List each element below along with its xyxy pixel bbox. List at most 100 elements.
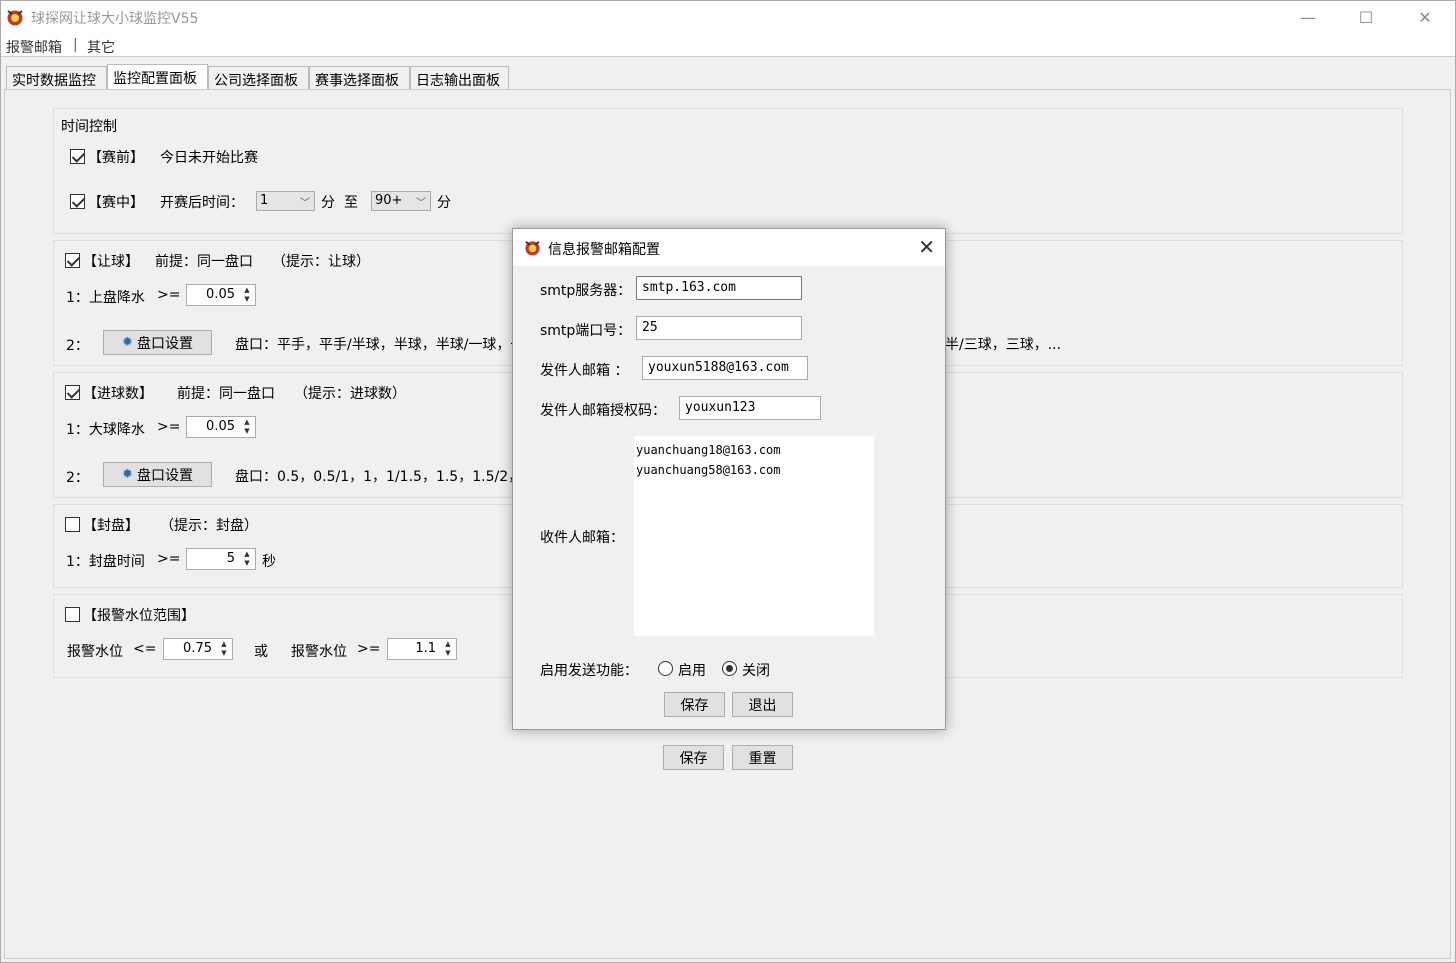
- closing-label: 【封盘】: [83, 518, 139, 534]
- closing-time-spinner[interactable]: 5 ▲ ▼: [186, 548, 256, 570]
- time-control-group: 时间控制 【赛前】 今日未开始比赛 【赛中】 开赛后时间： 1 ﹀ 分 至 90…: [53, 108, 1403, 234]
- handicap-lines-button-label: 盘口设置: [136, 335, 193, 352]
- spinner-arrows-icon[interactable]: ▲ ▼: [240, 286, 254, 304]
- handicap-row2-label: 2：: [66, 338, 89, 354]
- enable-send-label: 启用发送功能：: [540, 663, 638, 679]
- spinner-arrows-icon[interactable]: ▲ ▼: [240, 550, 254, 568]
- live-match-checkbox[interactable]: [70, 194, 85, 209]
- handicap-hint: （提示：让球）: [272, 254, 370, 270]
- pre-match-checkbox[interactable]: [70, 149, 85, 164]
- closing-row1-op: >=: [157, 551, 181, 567]
- menu-alarm-email[interactable]: 报警邮箱: [6, 37, 62, 57]
- smtp-server-input[interactable]: smtp.163.com: [636, 276, 802, 300]
- live-from-value: 1: [260, 193, 269, 208]
- goals-lines-button-label: 盘口设置: [136, 467, 193, 484]
- close-icon[interactable]: ✕: [1396, 1, 1454, 33]
- tab-monitor-config[interactable]: 监控配置面板: [107, 64, 208, 91]
- live-to-select[interactable]: 90+ ﹀: [371, 191, 431, 211]
- enable-on-radio[interactable]: [658, 661, 673, 676]
- alarm-low-spinner[interactable]: 0.75 ▲ ▼: [163, 638, 233, 660]
- goals-drop-value: 0.05: [206, 419, 235, 434]
- close-icon[interactable]: ✕: [918, 235, 935, 259]
- recipient-item: yuanchuang18@163.com: [636, 443, 781, 457]
- live-to-label: 至: [344, 195, 358, 211]
- main-window: 球探网让球大小球监控V55 — ☐ ✕ 报警邮箱 | 其它 实时数据监控 监控配…: [0, 0, 1456, 963]
- handicap-label: 【让球】: [83, 254, 139, 270]
- live-match-desc: 开赛后时间：: [160, 195, 244, 211]
- menu-other[interactable]: 其它: [87, 37, 115, 57]
- auth-code-label: 发件人邮箱授权码：: [540, 403, 666, 419]
- goals-lines-text: 盘口：0.5，0.5/1，1，1/1.5，1.5，1.5/2，2，: [235, 469, 546, 485]
- spinner-arrows-icon[interactable]: ▲ ▼: [217, 640, 231, 658]
- goals-row1-label: 1：大球降水: [66, 422, 145, 438]
- goals-lines-button[interactable]: ✹ 盘口设置: [103, 462, 212, 487]
- closing-row1-label: 1：封盘时间: [66, 554, 145, 570]
- smtp-port-label: smtp端口号：: [540, 323, 632, 339]
- spinner-arrows-icon[interactable]: ▲ ▼: [441, 640, 455, 658]
- menu-bar: 报警邮箱 | 其它: [1, 33, 1455, 57]
- tab-log-output[interactable]: 日志输出面板: [410, 66, 509, 90]
- main-save-button[interactable]: 保存: [663, 745, 724, 770]
- handicap-drop-value: 0.05: [206, 287, 235, 302]
- alarm-high-op: >=: [357, 641, 381, 657]
- handicap-premise: 前提：同一盘口: [155, 254, 253, 270]
- handicap-row1-op: >=: [157, 287, 181, 303]
- dialog-save-button[interactable]: 保存: [664, 692, 725, 717]
- chevron-down-icon: ﹀: [300, 198, 310, 209]
- smtp-server-label: smtp服务器：: [540, 283, 632, 299]
- pre-match-desc: 今日未开始比赛: [160, 150, 258, 166]
- time-control-title: 时间控制: [61, 119, 117, 135]
- sender-email-label: 发件人邮箱 ：: [540, 363, 629, 379]
- sender-email-input[interactable]: youxun5188@163.com: [642, 356, 808, 380]
- alarm-range-checkbox[interactable]: [65, 607, 80, 622]
- goals-premise: 前提：同一盘口: [177, 386, 275, 402]
- goals-checkbox[interactable]: [65, 385, 80, 400]
- handicap-lines-text-tail: 半/三球，三球，...: [945, 337, 1062, 353]
- auth-code-input[interactable]: youxun123: [679, 396, 821, 420]
- alarm-range-label: 【报警水位范围】: [83, 608, 195, 624]
- goals-row1-op: >=: [157, 419, 181, 435]
- email-config-dialog: 信息报警邮箱配置 ✕ smtp服务器： smtp.163.com smtp端口号…: [512, 228, 946, 730]
- tab-match-select[interactable]: 赛事选择面板: [309, 66, 410, 90]
- handicap-lines-text: 盘口：平手，平手/半球，半球，半球/一球，一: [235, 337, 525, 353]
- enable-off-label: 关闭: [742, 663, 770, 679]
- goals-row2-label: 2：: [66, 470, 89, 486]
- closing-checkbox[interactable]: [65, 517, 80, 532]
- tab-realtime-monitor[interactable]: 实时数据监控: [6, 66, 107, 90]
- closing-time-value: 5: [226, 551, 235, 566]
- gear-icon: ✹: [122, 335, 133, 350]
- recipient-item: yuanchuang58@163.com: [636, 463, 781, 477]
- live-from-select[interactable]: 1 ﹀: [256, 191, 315, 211]
- gear-icon: ✹: [122, 467, 133, 482]
- handicap-row1-label: 1：上盘降水: [66, 290, 145, 306]
- spinner-arrows-icon[interactable]: ▲ ▼: [240, 418, 254, 436]
- handicap-lines-button[interactable]: ✹ 盘口设置: [103, 330, 212, 355]
- maximize-icon[interactable]: ☐: [1337, 1, 1395, 33]
- pre-match-label: 【赛前】: [88, 150, 144, 166]
- live-match-label: 【赛中】: [88, 195, 144, 211]
- app-logo-icon: [7, 10, 23, 26]
- smtp-port-input[interactable]: 25: [636, 316, 802, 340]
- title-bar: 球探网让球大小球监控V55 — ☐ ✕: [1, 1, 1455, 33]
- minimize-icon[interactable]: —: [1279, 1, 1337, 33]
- menu-separator: |: [73, 37, 78, 53]
- alarm-low-label: 报警水位: [67, 644, 123, 660]
- goals-drop-spinner[interactable]: 0.05 ▲ ▼: [186, 416, 256, 438]
- live-to-value: 90+: [375, 193, 403, 208]
- alarm-high-value: 1.1: [415, 641, 436, 656]
- dialog-title: 信息报警邮箱配置: [548, 242, 660, 258]
- handicap-checkbox[interactable]: [65, 253, 80, 268]
- recipients-label: 收件人邮箱：: [540, 530, 624, 546]
- enable-on-label: 启用: [678, 663, 706, 679]
- handicap-drop-spinner[interactable]: 0.05 ▲ ▼: [186, 284, 256, 306]
- dialog-exit-button[interactable]: 退出: [732, 692, 793, 717]
- enable-off-radio[interactable]: [722, 661, 737, 676]
- window-title: 球探网让球大小球监控V55: [31, 11, 199, 27]
- recipients-textarea[interactable]: yuanchuang18@163.com yuanchuang58@163.co…: [634, 436, 874, 636]
- main-reset-button[interactable]: 重置: [732, 745, 793, 770]
- closing-hint: （提示：封盘）: [160, 518, 258, 534]
- goals-label: 【进球数】: [83, 386, 153, 402]
- tab-company-select[interactable]: 公司选择面板: [208, 66, 309, 90]
- alarm-low-value: 0.75: [183, 641, 212, 656]
- alarm-high-spinner[interactable]: 1.1 ▲ ▼: [387, 638, 457, 660]
